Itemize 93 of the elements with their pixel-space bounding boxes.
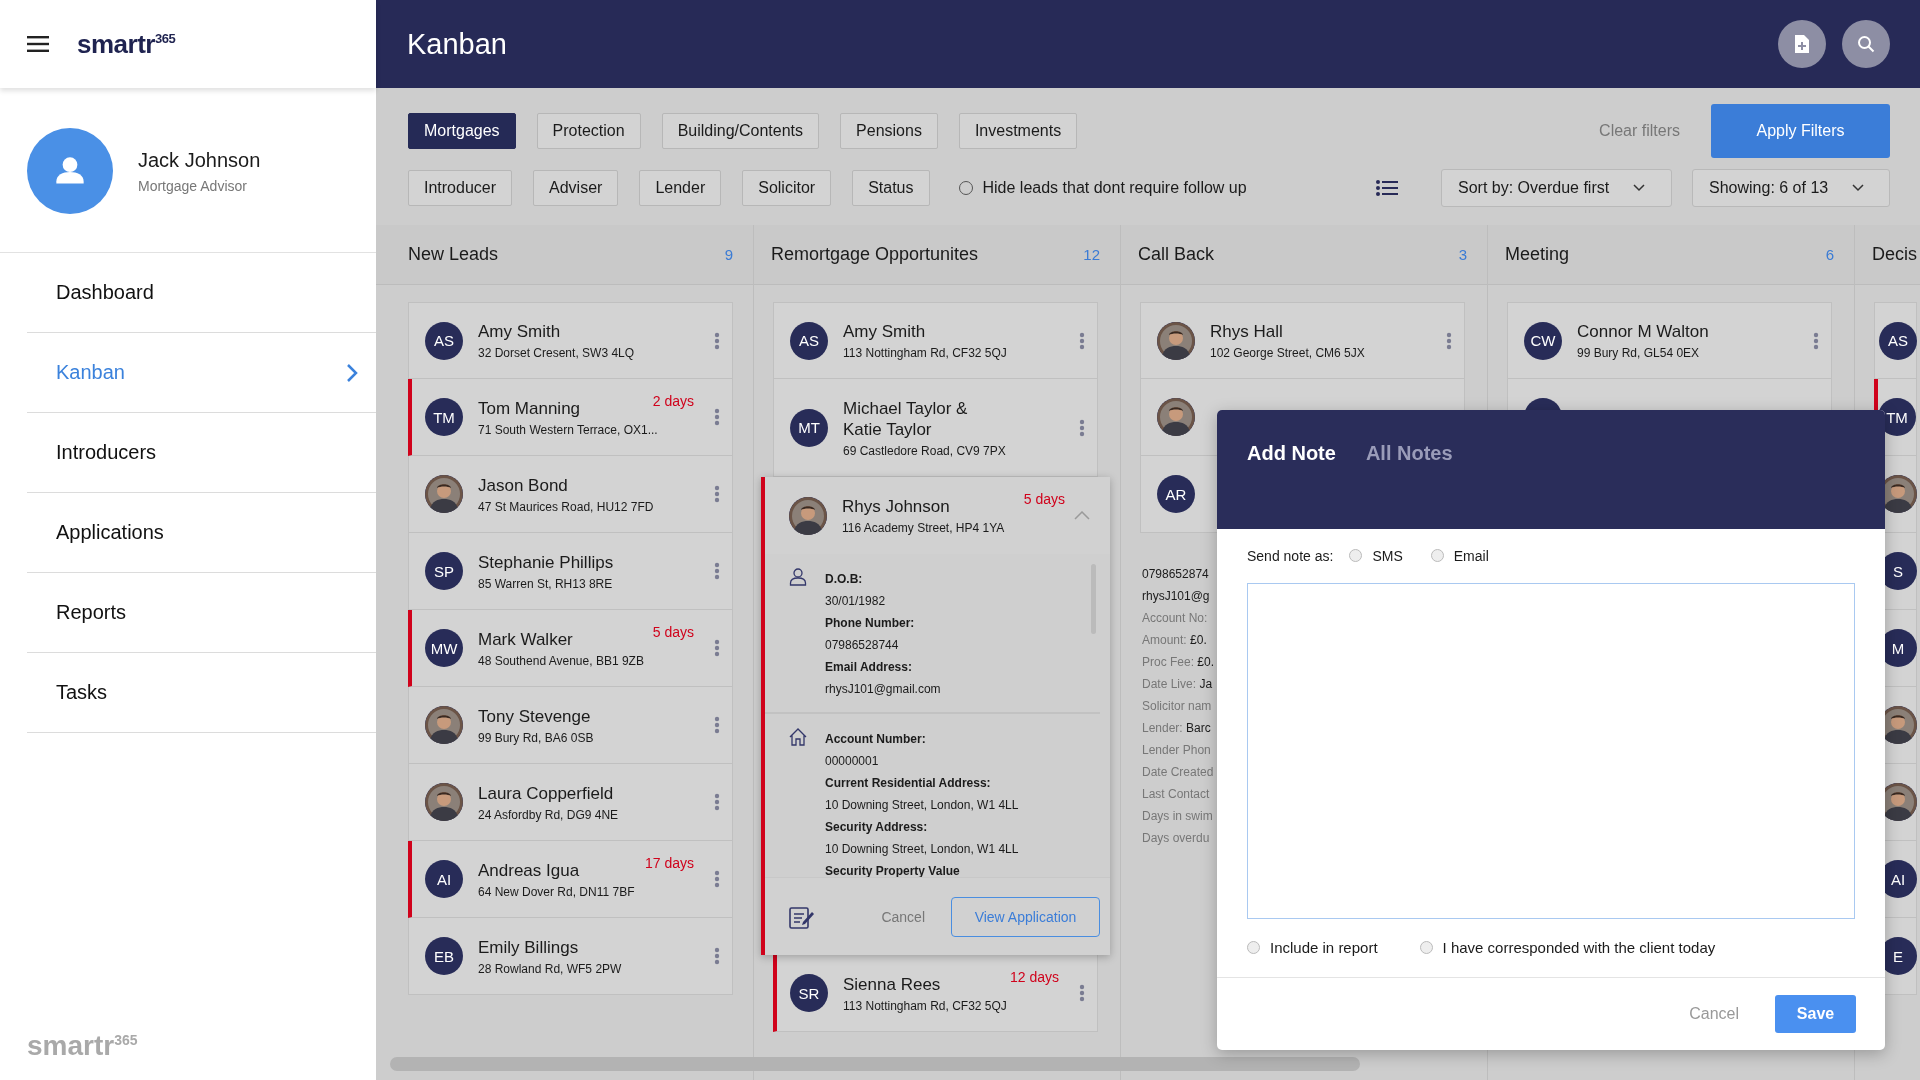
avatar: EB	[425, 937, 463, 975]
lead-address: 113 Nottingham Rd, CF32 5QJ	[843, 998, 1008, 1013]
field-value: 10 Downing Street, London, W1 4LL	[825, 797, 1019, 814]
lead-address: 47 St Maurices Road, HU12 7FD	[478, 499, 655, 514]
detail-line: Last Contact	[1142, 786, 1211, 803]
column-title: Meeting	[1505, 244, 1570, 265]
lead-name: Stephanie Phillips	[478, 551, 615, 573]
detail-line: Amount: £0.	[1142, 632, 1208, 649]
lead-address: 24 Asfordby Rd, DG9 4NE	[478, 807, 620, 822]
detail-line: Account No:	[1142, 610, 1209, 627]
field-label: Account Number:	[825, 731, 927, 748]
column-count: 6	[1825, 246, 1834, 263]
lead-address: 99 Bury Rd, GL54 0EX	[1577, 346, 1701, 360]
lead-name: Jason Bond	[478, 474, 569, 496]
lead-name: Michael Taylor & Katie Taylor	[843, 397, 969, 440]
detail-line: rhysJ101@g	[1142, 588, 1211, 605]
user-role: Mortgage Advisor	[138, 177, 248, 194]
overdue-days: 5 days	[652, 624, 694, 640]
field-value: rhysJ101@gmail.com	[825, 681, 941, 698]
lead-address: 71 South Western Terrace, OX1...	[478, 422, 659, 437]
user-name: Jack Johnson	[138, 148, 261, 172]
lead-name: Mark Walker	[478, 628, 574, 650]
field-label: Current Residential Address:	[825, 775, 992, 792]
lead-name: Emily Billings	[478, 936, 580, 958]
column-title: Call Back	[1138, 244, 1215, 265]
overdue-days: 2 days	[652, 393, 694, 409]
lead-address: 113 Nottingham Rd, CF32 5QJ	[843, 346, 1008, 360]
detail-line: Lender: Barc	[1142, 720, 1212, 737]
avatar: SP	[425, 552, 463, 590]
overdue-days: 12 days	[1009, 969, 1059, 985]
lead-name: Laura Copperfield	[478, 782, 615, 804]
lead-address: 64 New Dover Rd, DN11 7BF	[478, 884, 636, 899]
avatar: AS	[790, 321, 828, 360]
lead-name: Amy Smith	[478, 321, 562, 342]
send-as-label: Send note as:	[1247, 547, 1334, 564]
avatar: MT	[790, 408, 828, 447]
logo: smartr$^{365}$	[26, 1030, 139, 1063]
field-label: Security Address:	[825, 819, 929, 836]
column-title: Decis	[1872, 244, 1917, 265]
lead-address: 99 Bury Rd, BA6 0SB	[478, 730, 595, 745]
detail-line: Solicitor nam	[1142, 698, 1213, 715]
detail-line: Days overdu	[1142, 830, 1211, 847]
lead-name: Amy Smith	[843, 321, 927, 342]
lead-name: Andreas Igua	[478, 859, 581, 881]
overdue-days: 17 days	[644, 855, 694, 871]
lead-address: 28 Rowland Rd, WF5 2PW	[478, 961, 623, 976]
avatar: TM	[425, 398, 463, 436]
column-title: New Leads	[408, 244, 499, 265]
lead-address: 116 Academy Street, HP4 1YA	[842, 521, 1006, 535]
field-label: Phone Number:	[825, 615, 916, 632]
avatar: AS	[425, 321, 463, 360]
avatar: AR	[1157, 475, 1195, 513]
lead-name: Tom Manning	[478, 397, 582, 419]
detail-line: Date Created	[1142, 764, 1215, 781]
detail-line: Days in swim	[1142, 808, 1214, 825]
radio-label: I have corresponded with the client today	[1442, 939, 1716, 957]
avatar: SR	[790, 974, 828, 1012]
column-title: Remortgage Opportunites	[771, 244, 979, 265]
page-title: Kanban	[407, 27, 507, 61]
lead-address: 32 Dorset Cresent, SW3 4LQ	[478, 346, 636, 360]
avatar: AS	[1879, 321, 1917, 360]
detail-line: Date Live: Ja	[1142, 676, 1214, 693]
detail-line: Lender Phon	[1142, 742, 1212, 759]
radio-label: Email	[1453, 547, 1489, 564]
avatar: MW	[425, 629, 463, 667]
detail-line: Proc Fee: £0.	[1142, 654, 1216, 671]
field-value: 10 Downing Street, London, W1 4LL	[825, 841, 1019, 858]
lead-address: 69 Castledore Road, CV9 7PX	[843, 443, 1007, 458]
field-value: 30/01/1982	[825, 593, 887, 610]
field-label: D.O.B:	[825, 571, 864, 588]
field-value: 00000001	[825, 753, 880, 770]
lead-name: Rhys Johnson	[842, 496, 951, 517]
lead-address: 48 Southend Avenue, BB1 9ZB	[478, 653, 645, 668]
radio-label: Include in report	[1270, 939, 1378, 957]
radio-label: Hide leads that dont require follow up	[982, 179, 1247, 197]
radio-label: SMS	[1372, 547, 1403, 564]
lead-address: 102 George Street, CM6 5JX	[1210, 346, 1366, 360]
avatar: AI	[425, 860, 463, 898]
detail-line: 0798652874	[1142, 566, 1210, 583]
logo: smartr$^{365}$	[77, 28, 176, 60]
lead-name: Tony Stevenge	[478, 705, 592, 727]
field-label: Email Address:	[825, 659, 913, 676]
avatar: CW	[1524, 321, 1562, 360]
lead-address: 85 Warren St, RH13 8RE	[478, 576, 614, 591]
overdue-days: 5 days	[1023, 491, 1065, 507]
column-count: 12	[1083, 246, 1100, 263]
field-value: 07986528744	[825, 637, 900, 654]
lead-name: Rhys Hall	[1210, 321, 1284, 342]
lead-name: Sienna Rees	[843, 973, 942, 995]
column-count: 3	[1458, 246, 1467, 263]
field-label: Security Property Value	[825, 863, 961, 877]
column-count: 9	[724, 246, 733, 263]
lead-name: Connor M Walton	[1577, 321, 1710, 342]
